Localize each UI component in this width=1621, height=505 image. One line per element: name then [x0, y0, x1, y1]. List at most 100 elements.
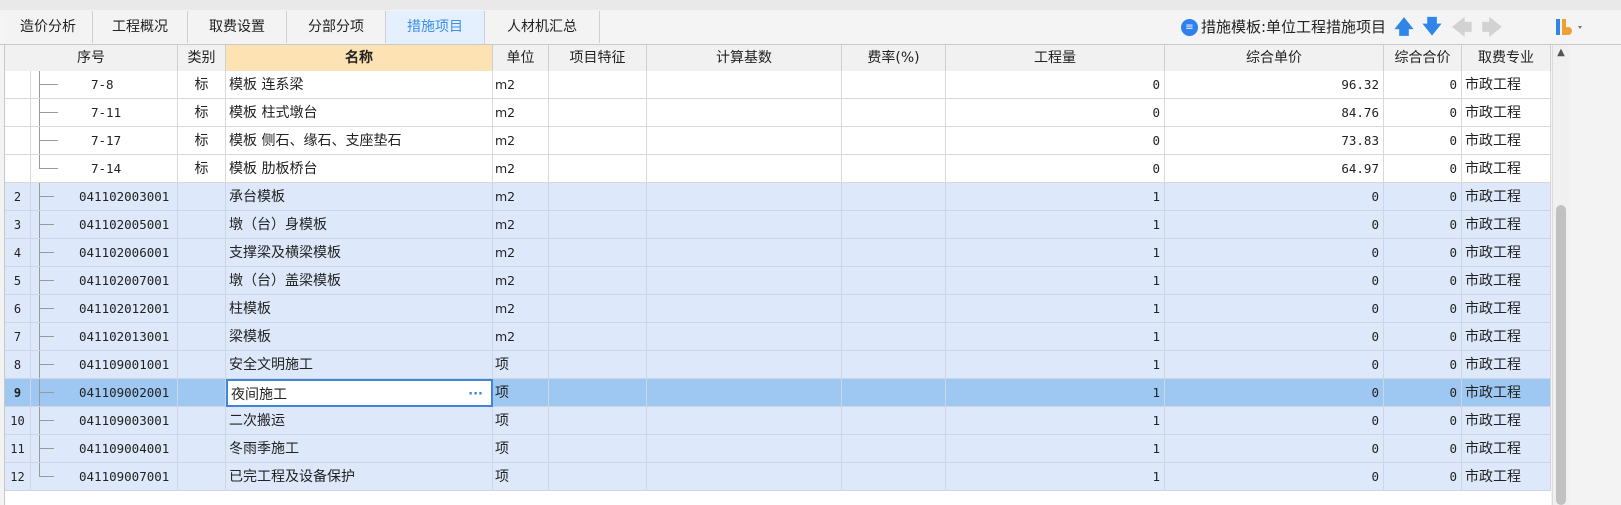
fee-specialty-cell[interactable]: 市政工程: [1462, 407, 1551, 435]
name-cell[interactable]: 模板 肋板桥台: [226, 155, 493, 183]
code-cell[interactable]: 041109003001: [31, 407, 178, 435]
fee-specialty-cell[interactable]: 市政工程: [1462, 463, 1551, 491]
code-cell[interactable]: 041109007001: [31, 463, 178, 491]
code-cell[interactable]: 041102007001: [31, 267, 178, 295]
feature-cell[interactable]: [549, 463, 647, 491]
header-quantity[interactable]: 工程量: [946, 45, 1165, 71]
quantity-cell[interactable]: 1: [946, 463, 1165, 491]
unit-cell[interactable]: m2: [493, 295, 549, 323]
quantity-cell[interactable]: 1: [946, 183, 1165, 211]
header-unit[interactable]: 单位: [493, 45, 549, 71]
unit-cell[interactable]: 项: [493, 351, 549, 379]
code-cell[interactable]: 041109004001: [31, 435, 178, 463]
base-cell[interactable]: [647, 155, 842, 183]
row-index-cell[interactable]: 8: [5, 351, 31, 379]
type-cell[interactable]: [178, 239, 226, 267]
unit-cell[interactable]: m2: [493, 71, 549, 99]
base-cell[interactable]: [647, 267, 842, 295]
type-cell[interactable]: 标: [178, 99, 226, 127]
header-unit-price[interactable]: 综合单价: [1165, 45, 1384, 71]
unit-price-cell[interactable]: 0: [1165, 295, 1384, 323]
header-type[interactable]: 类别: [178, 45, 226, 71]
unit-price-cell[interactable]: 0: [1165, 183, 1384, 211]
type-cell[interactable]: [178, 183, 226, 211]
unit-price-cell[interactable]: 0: [1165, 351, 1384, 379]
total-price-cell[interactable]: 0: [1384, 351, 1462, 379]
rate-cell[interactable]: [842, 435, 946, 463]
table-row[interactable]: 5 041102007001 墩（台）盖梁模板 m2 1 0 0 市政工程: [5, 267, 1551, 295]
unit-cell[interactable]: m2: [493, 183, 549, 211]
document-circle-icon[interactable]: ≡: [1181, 19, 1198, 36]
base-cell[interactable]: [647, 239, 842, 267]
total-price-cell[interactable]: 0: [1384, 71, 1462, 99]
code-cell[interactable]: 041109002001: [31, 379, 178, 407]
unit-cell[interactable]: 项: [493, 463, 549, 491]
row-index-cell[interactable]: [5, 71, 31, 99]
unit-cell[interactable]: m2: [493, 239, 549, 267]
unit-cell[interactable]: m2: [493, 155, 549, 183]
base-cell[interactable]: [647, 99, 842, 127]
base-cell[interactable]: [647, 295, 842, 323]
arrow-up-icon[interactable]: 🡅: [1393, 16, 1415, 38]
quantity-cell[interactable]: 0: [946, 155, 1165, 183]
quantity-cell[interactable]: 1: [946, 295, 1165, 323]
table-row[interactable]: 7 041102013001 梁模板 m2 1 0 0 市政工程: [5, 323, 1551, 351]
table-row[interactable]: 11 041109004001 冬雨季施工项 1 0 0 市政工程: [5, 435, 1551, 463]
quantity-cell[interactable]: 0: [946, 127, 1165, 155]
name-cell[interactable]: 模板 连系梁: [226, 71, 493, 99]
row-index-cell[interactable]: 10: [5, 407, 31, 435]
name-cell[interactable]: 柱模板: [226, 295, 493, 323]
name-cell[interactable]: 模板 侧石、缘石、支座垫石: [226, 127, 493, 155]
table-row[interactable]: 7-14 标模板 肋板桥台 m2 0 64.97 0 市政工程: [5, 155, 1551, 183]
table-row[interactable]: 8 041109001001 安全文明施工项 1 0 0 市政工程: [5, 351, 1551, 379]
total-price-cell[interactable]: 0: [1384, 323, 1462, 351]
total-price-cell[interactable]: 0: [1384, 435, 1462, 463]
row-index-cell[interactable]: 7: [5, 323, 31, 351]
quantity-cell[interactable]: 1: [946, 267, 1165, 295]
total-price-cell[interactable]: 0: [1384, 267, 1462, 295]
code-cell[interactable]: 041102006001: [31, 239, 178, 267]
name-cell[interactable]: 支撑梁及横梁模板: [226, 239, 493, 267]
base-cell[interactable]: [647, 211, 842, 239]
arrow-left-icon[interactable]: 🡄: [1451, 16, 1473, 38]
quantity-cell[interactable]: 0: [946, 99, 1165, 127]
base-cell[interactable]: [647, 379, 842, 407]
feature-cell[interactable]: [549, 435, 647, 463]
unit-price-cell[interactable]: 0: [1165, 323, 1384, 351]
type-cell[interactable]: [178, 407, 226, 435]
code-cell[interactable]: 041102013001: [31, 323, 178, 351]
unit-cell[interactable]: m2: [493, 127, 549, 155]
unit-price-cell[interactable]: 0: [1165, 463, 1384, 491]
row-index-cell[interactable]: [5, 99, 31, 127]
feature-cell[interactable]: [549, 295, 647, 323]
fee-specialty-cell[interactable]: 市政工程: [1462, 267, 1551, 295]
feature-cell[interactable]: [549, 155, 647, 183]
fee-specialty-cell[interactable]: 市政工程: [1462, 211, 1551, 239]
row-index-cell[interactable]: 11: [5, 435, 31, 463]
type-cell[interactable]: 标: [178, 71, 226, 99]
type-cell[interactable]: [178, 211, 226, 239]
unit-cell[interactable]: m2: [493, 211, 549, 239]
unit-cell[interactable]: m2: [493, 267, 549, 295]
fee-specialty-cell[interactable]: 市政工程: [1462, 127, 1551, 155]
unit-price-cell[interactable]: 0: [1165, 435, 1384, 463]
base-cell[interactable]: [647, 127, 842, 155]
feature-cell[interactable]: [549, 71, 647, 99]
quantity-cell[interactable]: 1: [946, 351, 1165, 379]
feature-cell[interactable]: [549, 183, 647, 211]
base-cell[interactable]: [647, 407, 842, 435]
measures-template-label[interactable]: 措施模板:单位工程措施项目: [1201, 10, 1386, 44]
quantity-cell[interactable]: 1: [946, 379, 1165, 407]
unit-price-cell[interactable]: 0: [1165, 267, 1384, 295]
name-cell[interactable]: 墩（台）身模板: [226, 211, 493, 239]
tab-fee-settings[interactable]: 取费设置: [188, 11, 287, 43]
table-row[interactable]: 4 041102006001 支撑梁及横梁模板 m2 1 0 0 市政工程: [5, 239, 1551, 267]
tab-measures[interactable]: 措施项目: [386, 11, 485, 44]
quantity-cell[interactable]: 0: [946, 71, 1165, 99]
tab-project-overview[interactable]: 工程概况: [93, 11, 188, 43]
feature-cell[interactable]: [549, 267, 647, 295]
type-cell[interactable]: [178, 435, 226, 463]
feature-cell[interactable]: [549, 239, 647, 267]
scrollbar-thumb[interactable]: [1556, 205, 1566, 505]
name-cell[interactable]: 已完工程及设备保护: [226, 463, 493, 491]
